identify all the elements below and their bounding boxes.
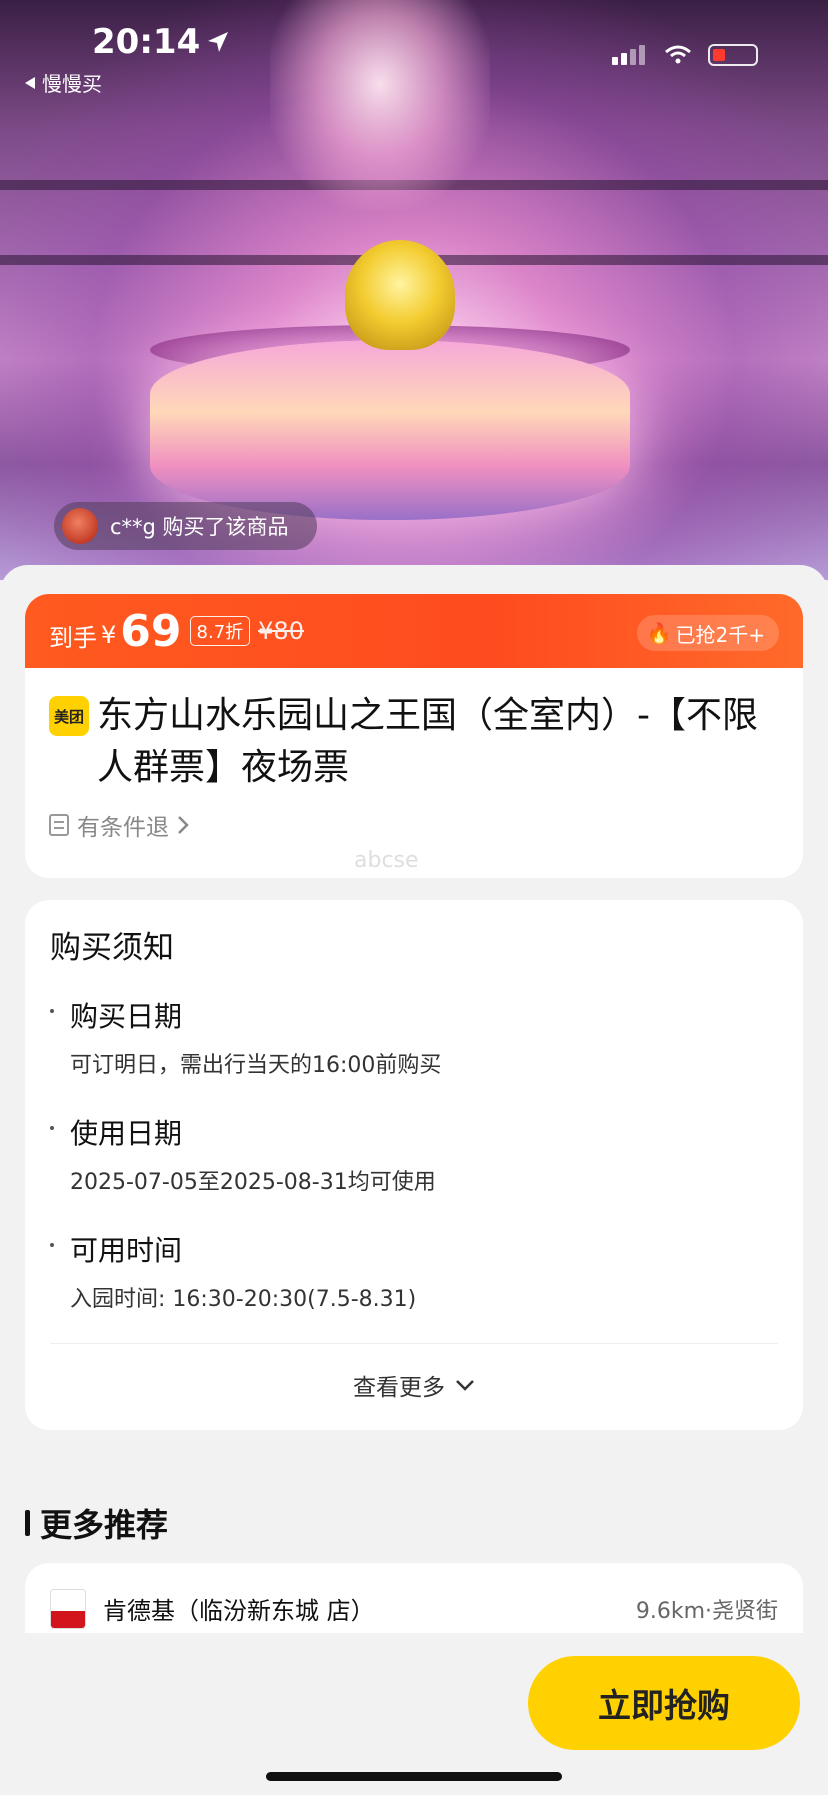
refund-policy-link[interactable]: 有条件退 [25,794,803,856]
notice-item-value: 可订明日，需出行当天的16:00前购买 [70,1053,442,1078]
product-title: 东方山水乐园山之王国（全室内）-【不限人群票】夜场票 [97,695,758,788]
price-currency: ¥ [101,621,117,649]
toast-text: c**g 购买了该商品 [110,515,289,539]
price-bar: 到手 ¥ 69 8.7折 ¥80 🔥 已抢2千+ [25,594,803,668]
sold-count-text: 已抢2千+ [675,622,765,647]
flame-icon: 🔥 [646,621,672,645]
divider [50,1343,778,1344]
original-price: ¥80 [258,617,304,645]
product-title-row: 美团 东方山水乐园山之王国（全室内）-【不限人群票】夜场票 [25,668,803,794]
kfc-logo-icon [50,1589,86,1629]
back-to-app-button[interactable]: 慢慢买 [24,68,102,97]
section-accent-bar [25,1510,30,1536]
price-card: 到手 ¥ 69 8.7折 ¥80 🔥 已抢2千+ 美团 东方山水乐园山之王国（全… [25,594,803,878]
recommend-section-title: 更多推荐 [25,1500,168,1546]
wifi-icon [665,45,691,64]
status-time: 20:14 [92,22,230,62]
avatar [62,508,98,544]
store-distance: 9.6km·尧贤街 [635,1599,778,1624]
purchase-toast: c**g 购买了该商品 [54,502,317,550]
purchase-notice-card: 购买须知 购买日期 可订明日，需出行当天的16:00前购买 使用日期 2025-… [25,900,803,1430]
status-time-text: 20:14 [92,22,201,62]
hero-stage [150,340,630,520]
notice-item-label: 使用日期 [70,1117,183,1150]
notice-item-value: 2025-07-05至2025-08-31均可使用 [70,1170,436,1195]
bullet-icon [50,1243,54,1247]
meituan-logo-icon: 美团 [49,696,89,736]
price-amount: 69 [120,605,182,657]
hero-chandelier [270,0,490,210]
location-arrow-icon [208,32,229,52]
store-name: 肯德基（临汾新东城 店） [103,1597,375,1625]
battery-icon [708,44,758,66]
sold-count-badge: 🔥 已抢2千+ [636,615,779,651]
document-icon [49,814,69,836]
discount-badge: 8.7折 [189,616,251,646]
signal-icon [612,45,648,65]
hero-dragon-sculpture [345,240,455,350]
notice-item-value: 入园时间: 16:30-20:30(7.5-8.31) [70,1287,417,1312]
watermark: abcse [354,848,419,873]
view-more-button[interactable]: 查看更多 [25,1368,803,1402]
bullet-icon [50,1126,54,1130]
notice-title: 购买须知 [50,930,174,966]
buy-now-button[interactable]: 立即抢购 [528,1656,800,1750]
chevron-down-icon [456,1380,474,1391]
price-prefix: 到手 [49,623,97,652]
hero-image [0,0,828,580]
notice-item-label: 可用时间 [70,1234,183,1267]
home-indicator [266,1772,562,1781]
back-label: 慢慢买 [42,72,102,96]
bullet-icon [50,1009,54,1013]
back-triangle-icon [25,76,35,89]
notice-item-label: 购买日期 [70,1000,183,1033]
refund-policy-text: 有条件退 [77,815,169,841]
recommend-title-text: 更多推荐 [40,1506,169,1544]
view-more-label: 查看更多 [353,1375,445,1401]
status-icons [612,44,758,66]
chevron-right-icon [178,816,189,834]
